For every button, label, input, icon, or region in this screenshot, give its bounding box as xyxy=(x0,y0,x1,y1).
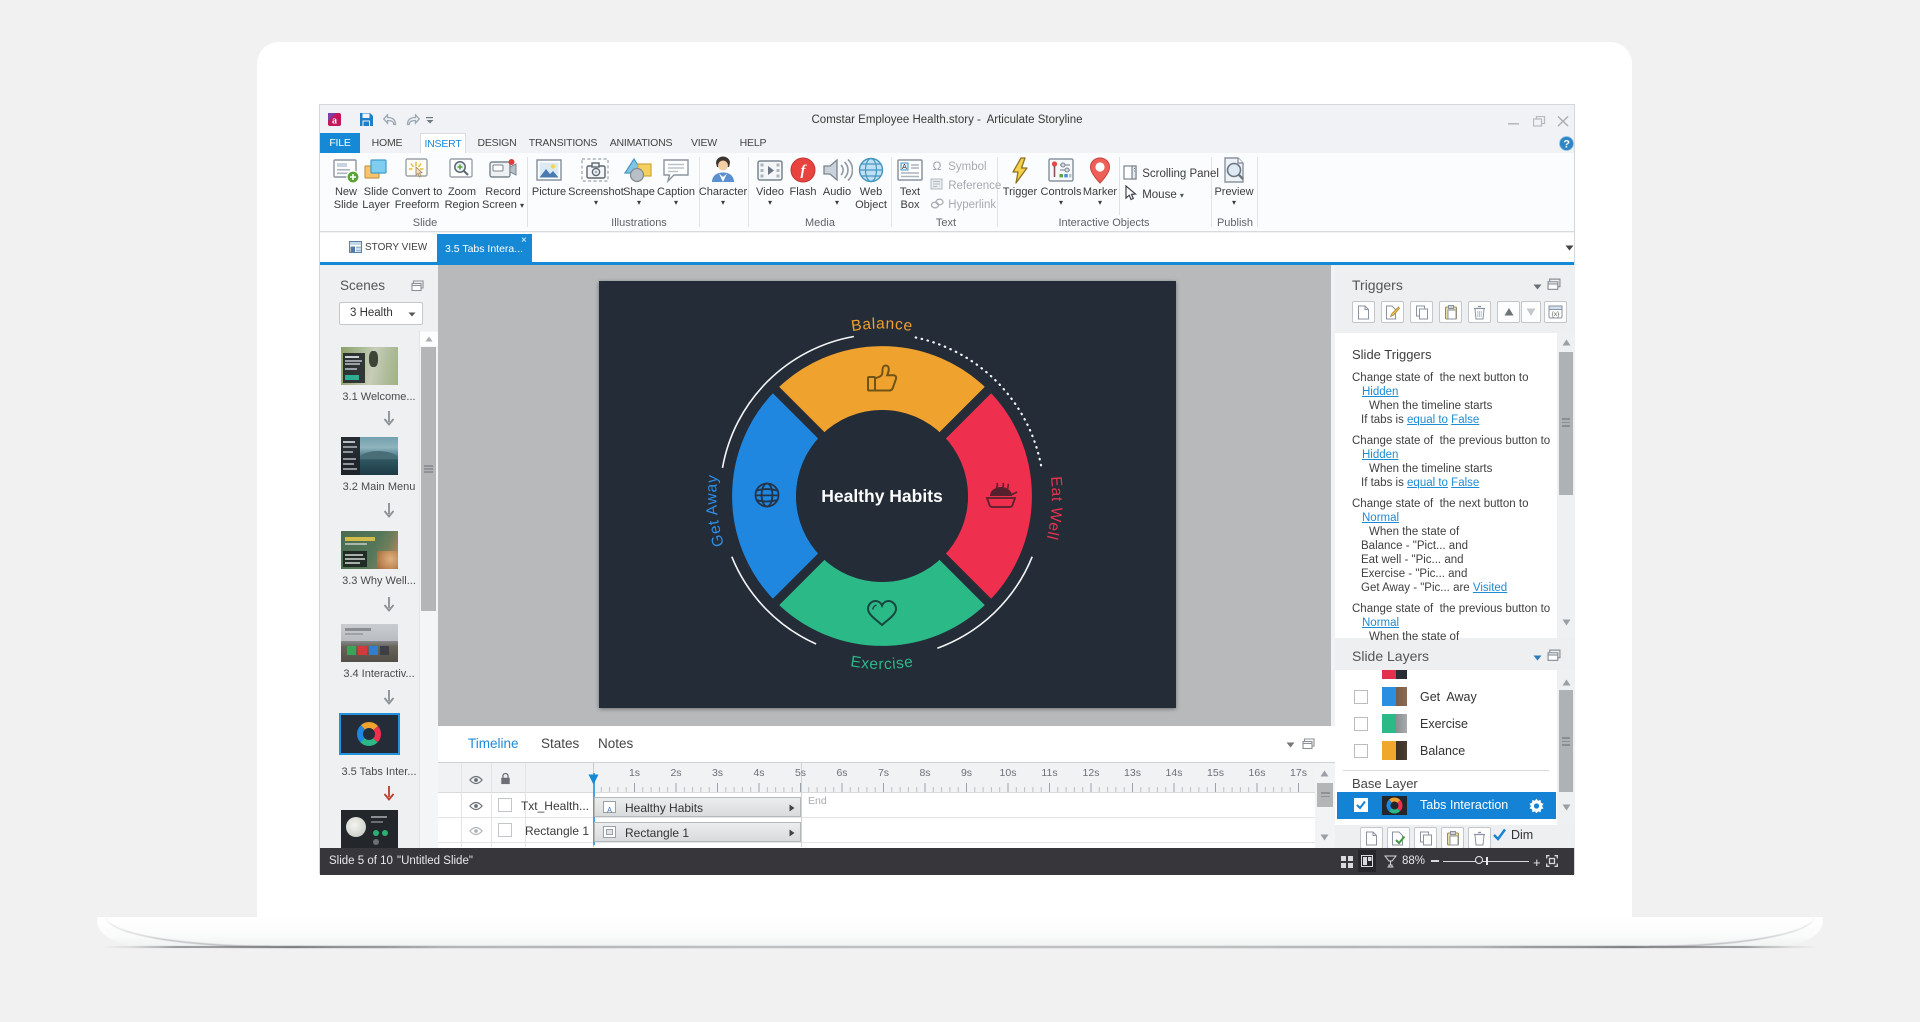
svg-text:4s: 4s xyxy=(753,767,764,779)
svg-text:3s: 3s xyxy=(712,767,723,779)
svg-text:16s: 16s xyxy=(1249,767,1266,779)
svg-text:Eat Well: Eat Well xyxy=(1043,476,1065,542)
svg-text:Exercise: Exercise xyxy=(849,653,914,673)
svg-text:?: ? xyxy=(1563,139,1570,151)
svg-text:13s: 13s xyxy=(1124,767,1141,779)
svg-text:11s: 11s xyxy=(1041,767,1057,779)
svg-text:15s: 15s xyxy=(1207,767,1224,779)
svg-text:6s: 6s xyxy=(836,767,847,779)
svg-text:1s: 1s xyxy=(629,767,640,779)
svg-text:Get Away: Get Away xyxy=(703,474,728,549)
svg-text:17s: 17s xyxy=(1290,767,1307,779)
svg-text:5s: 5s xyxy=(795,767,806,779)
svg-text:8s: 8s xyxy=(919,767,930,779)
svg-text:{x}: {x} xyxy=(1552,311,1560,318)
svg-text:2s: 2s xyxy=(670,767,681,779)
svg-text:A: A xyxy=(902,164,907,171)
svg-text:Balance: Balance xyxy=(850,315,914,335)
svg-text:12s: 12s xyxy=(1083,767,1100,779)
svg-text:Ω: Ω xyxy=(933,159,942,172)
svg-text:14s: 14s xyxy=(1166,767,1183,779)
svg-text:7s: 7s xyxy=(878,767,889,779)
svg-text:A: A xyxy=(607,806,613,815)
svg-text:10s: 10s xyxy=(1000,767,1017,779)
svg-text:9s: 9s xyxy=(961,767,972,779)
svg-text:Healthy Habits: Healthy Habits xyxy=(821,486,943,506)
